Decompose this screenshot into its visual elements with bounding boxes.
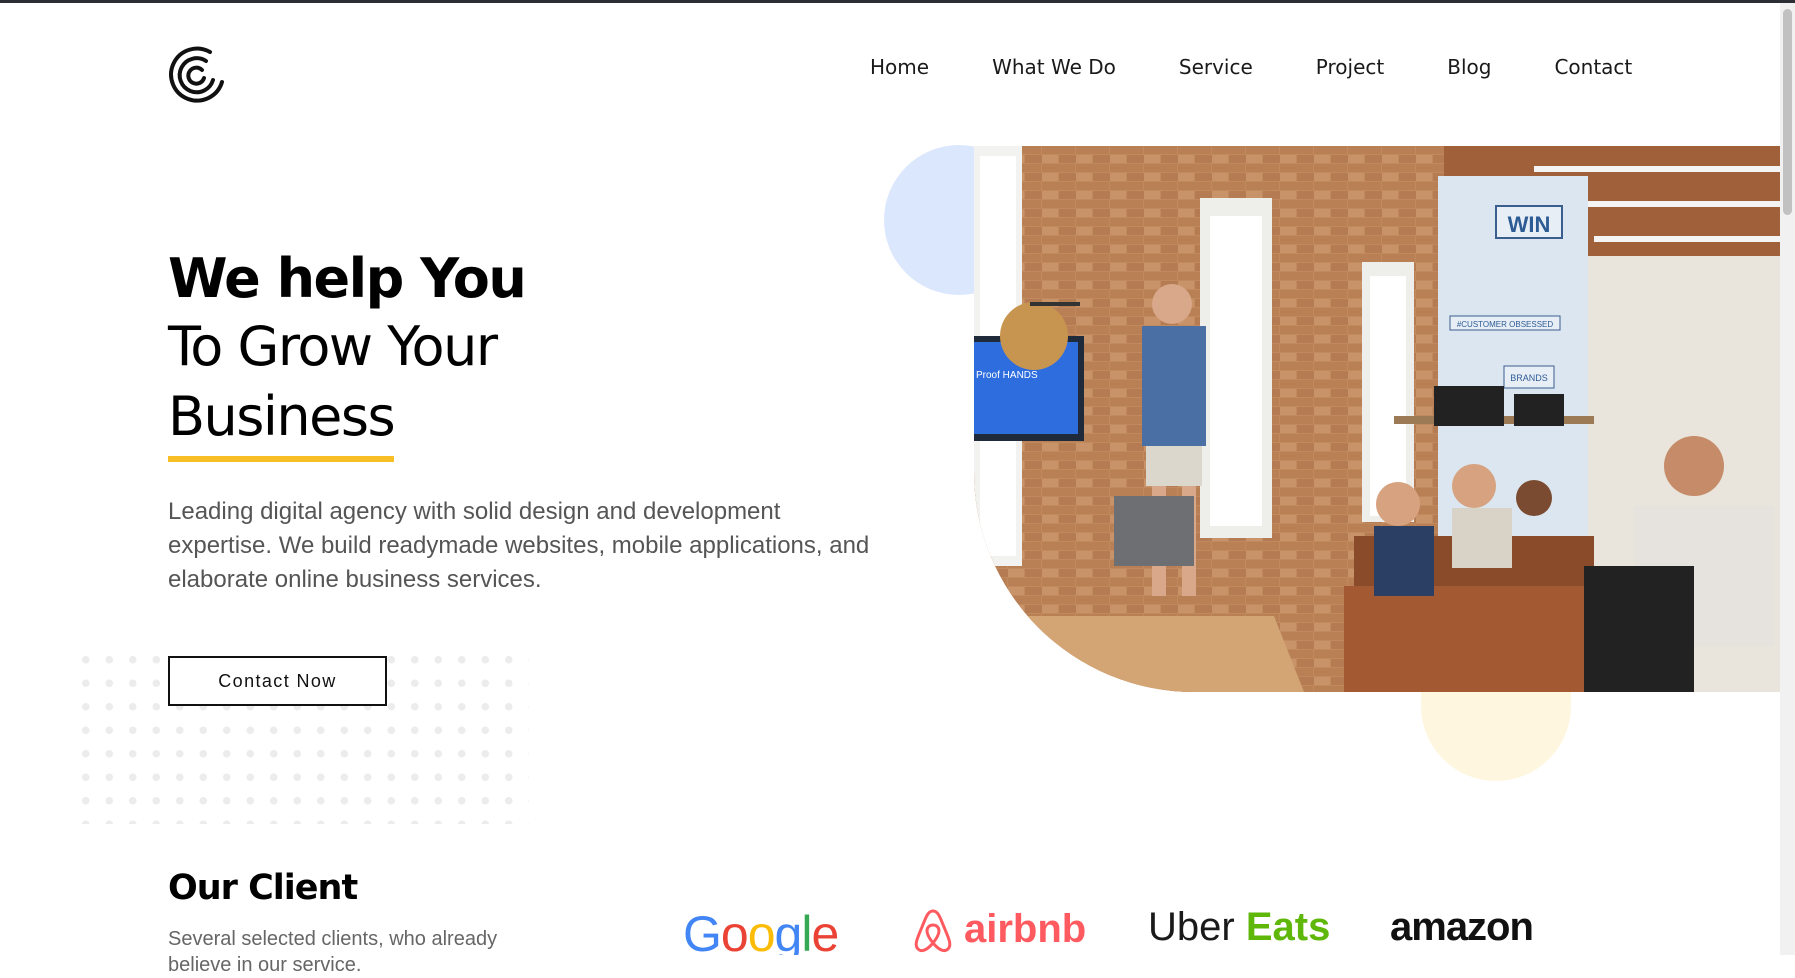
airbnb-belo-icon [914,909,952,953]
google-letter: g [774,906,803,955]
nav-project[interactable]: Project [1316,54,1384,84]
main-nav: Home What We Do Service Project Blog Con… [870,54,1632,84]
airbnb-text: airbnb [964,907,1087,951]
tv-screen-text: Proof HANDS [976,370,1038,381]
ubereats-uber-text: Uber [1148,905,1235,949]
scrollbar-thumb[interactable] [1783,9,1792,215]
google-letter: o [747,906,776,955]
clients-description: Several selected clients, who already be… [168,928,498,976]
google-letter: G [683,906,722,955]
page-scrollbar[interactable] [1780,3,1795,955]
google-letter: o [720,906,749,955]
ubereats-eats-text: Eats [1245,905,1331,949]
nav-service[interactable]: Service [1179,54,1253,84]
nav-home[interactable]: Home [870,54,929,84]
amazon-text: amazon [1390,905,1533,949]
google-letter: e [811,906,839,955]
spiral-logo-icon[interactable] [166,42,228,104]
hero-image: WIN #CUSTOMER OBSESSED BRANDS Proof HAND… [974,146,1780,692]
mural-customer-text: #CUSTOMER OBSESSED [1457,320,1554,329]
hero-title-line1: We help You [168,247,527,310]
mural-win-text: WIN [1508,212,1551,237]
hero-description: Leading digital agency with solid design… [168,498,870,593]
airbnb-logo[interactable]: airbnb [908,905,1086,955]
nav-contact[interactable]: Contact [1554,54,1632,84]
hero-title-line2: To Grow Your [168,315,498,378]
top-border [0,0,1795,3]
nav-what-we-do[interactable]: What We Do [992,54,1116,84]
google-letter: l [801,906,812,955]
nav-blog[interactable]: Blog [1447,54,1491,84]
amazon-logo[interactable]: amazon [1390,905,1533,955]
hero-title-line3-text: Business [168,385,396,448]
title-underline [168,456,395,462]
mural-brands-text: BRANDS [1510,373,1548,383]
contact-now-button[interactable]: Contact Now [168,656,387,706]
clients-title: Our Client [168,868,358,908]
google-logo[interactable]: Google [683,905,838,955]
hero-title: We help You To Grow Your Business [168,246,868,462]
hero-title-line3: Business [168,382,396,462]
ubereats-logo[interactable]: Uber Eats [1148,905,1330,955]
